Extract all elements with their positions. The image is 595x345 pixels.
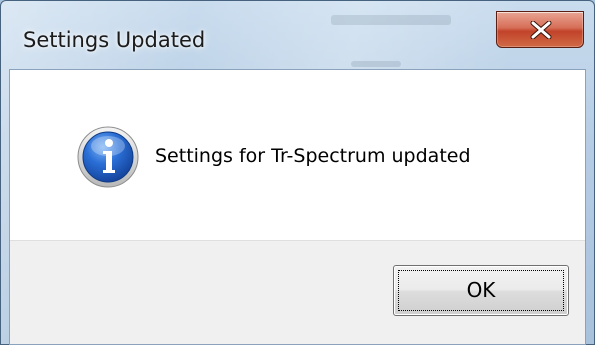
message-area: Settings for Tr-Spectrum updated [10,70,585,240]
dialog-client-area: Settings for Tr-Spectrum updated OK [9,69,586,345]
dialog-window: Settings Updated Settings for Tr-Spectru… [0,0,595,345]
button-area: OK [10,240,585,344]
ok-button[interactable]: OK [393,265,569,316]
close-x-icon [530,21,552,39]
title-bar[interactable]: Settings Updated [1,1,594,69]
ok-button-label: OK [466,278,496,302]
message-text: Settings for Tr-Spectrum updated [155,145,471,167]
close-button[interactable] [496,11,584,48]
information-icon [77,126,139,188]
dialog-title: Settings Updated [23,28,206,52]
